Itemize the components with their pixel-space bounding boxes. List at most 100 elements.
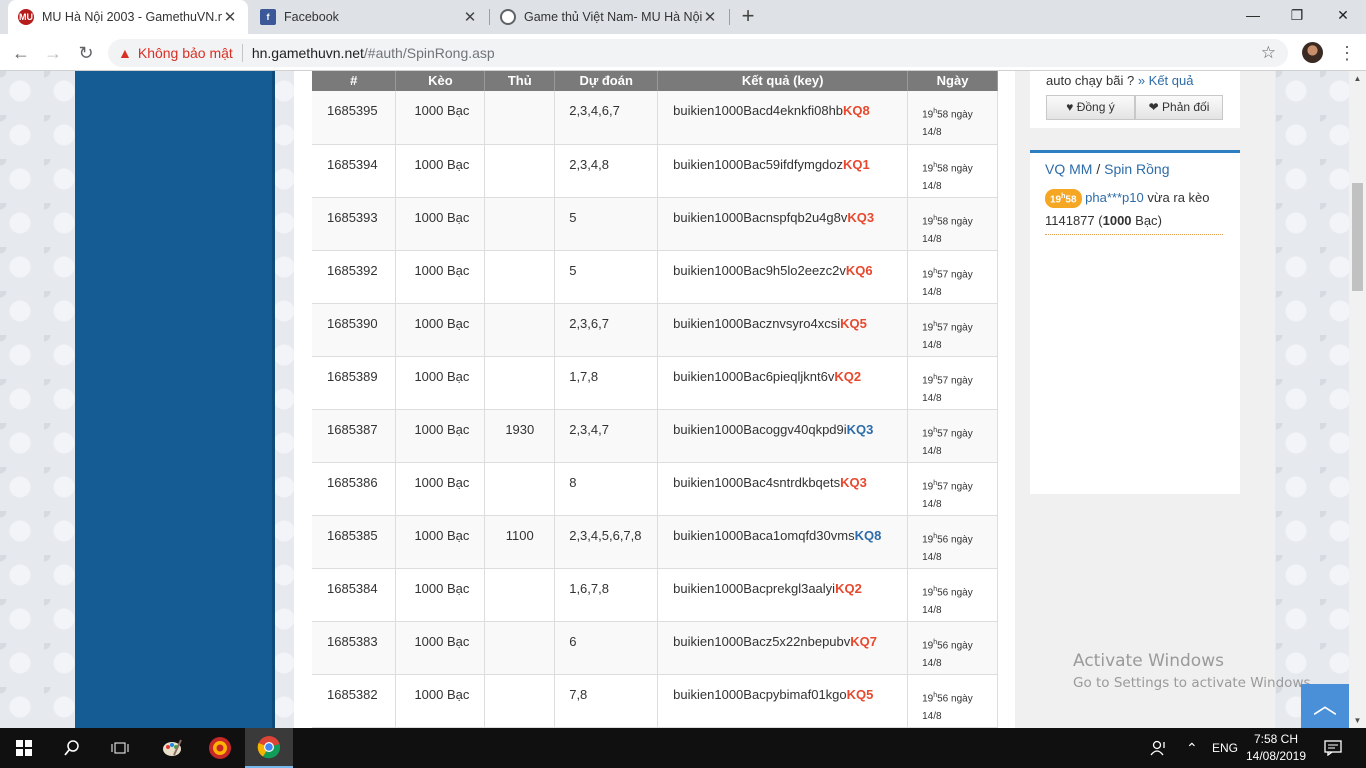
cell-ngay: 19h57 ngày 14/8 bbox=[907, 303, 998, 357]
search-icon[interactable] bbox=[48, 728, 96, 768]
forward-arrow-icon[interactable]: → bbox=[40, 40, 66, 66]
cell-du-doan: 2,3,6,7 bbox=[554, 303, 659, 357]
date-hour: 19 bbox=[922, 480, 934, 492]
notifications-icon[interactable] bbox=[1324, 728, 1342, 768]
address-bar[interactable]: ▲ Không bảo mật hn.gamethuvn.net/#auth/S… bbox=[108, 39, 1288, 67]
vq-mm-link[interactable]: VQ MM bbox=[1045, 161, 1092, 177]
table-row: 1685384 1000 Bạc 1,6,7,8 buikien1000Bacprek… bbox=[312, 568, 998, 622]
table-row: 1685390 1000 Bạc 2,3,6,7 buikien1000Bacznvs… bbox=[312, 303, 998, 357]
globe-icon bbox=[500, 9, 516, 25]
feed-user-link[interactable]: pha***p10 bbox=[1085, 190, 1144, 205]
date-time: 57 ngày bbox=[937, 321, 973, 333]
task-view-icon[interactable] bbox=[96, 728, 144, 768]
restore-icon[interactable]: ❐ bbox=[1274, 0, 1320, 30]
cell-ket-qua: buikien1000Bacd4eknkfi08hbKQ8 bbox=[657, 91, 909, 145]
cell-thu: 1100 bbox=[484, 515, 556, 569]
tab-close-icon[interactable]: ✕ bbox=[702, 8, 718, 26]
tab-close-icon[interactable]: ✕ bbox=[222, 8, 238, 26]
date-day: 14/8 bbox=[922, 286, 942, 298]
result-kq: KQ8 bbox=[843, 103, 870, 118]
feed-currency: Bạc bbox=[1135, 213, 1158, 228]
chrome-icon[interactable] bbox=[245, 728, 293, 768]
url-text[interactable]: hn.gamethuvn.net/#auth/SpinRong.asp bbox=[252, 45, 495, 61]
windows-start-icon[interactable] bbox=[0, 728, 48, 768]
disagree-label: Phản đối bbox=[1162, 100, 1210, 114]
cell-thu: 1930 bbox=[484, 409, 556, 463]
new-tab-button[interactable]: + bbox=[736, 4, 760, 28]
table-row: 1685392 1000 Bạc 5 buikien1000Bac9h5lo2eezc… bbox=[312, 250, 998, 304]
cell-ngay: 19h58 ngày 14/8 bbox=[907, 197, 998, 251]
table-row: 1685395 1000 Bạc 2,3,4,6,7 buikien1000Bacd4… bbox=[312, 91, 998, 145]
cell-ngay: 19h57 ngày 14/8 bbox=[907, 462, 998, 516]
date-time: 57 ngày bbox=[937, 268, 973, 280]
agree-button[interactable]: ♥ Đồng ý bbox=[1046, 95, 1135, 120]
minimize-icon[interactable]: — bbox=[1230, 0, 1276, 30]
cell-thu bbox=[484, 356, 556, 410]
cell-id: 1685385 bbox=[312, 515, 397, 569]
cell-thu bbox=[484, 674, 556, 728]
result-kq: KQ1 bbox=[843, 156, 870, 172]
tab-title: Game thủ Việt Nam- MU Hà Nội bbox=[524, 10, 702, 24]
left-sidebar bbox=[75, 71, 275, 728]
table-row: 1685386 1000 Bạc 8 buikien1000Bac4sntrdkbqe… bbox=[312, 462, 998, 516]
disagree-button[interactable]: ❤ Phản đối bbox=[1135, 95, 1223, 120]
window-close-icon[interactable]: ✕ bbox=[1320, 0, 1366, 30]
feed-text: vừa ra kèo bbox=[1147, 190, 1210, 205]
heart-icon: ♥ bbox=[1066, 100, 1074, 114]
result-kq: KQ3 bbox=[847, 209, 875, 225]
cell-ngay: 19h57 ngày 14/8 bbox=[907, 356, 998, 410]
cell-du-doan: 7,8 bbox=[554, 674, 659, 728]
cell-du-doan: 2,3,4,5,6,7,8 bbox=[554, 515, 659, 569]
result-key: buikien1000Bac59ifdfymgdoz bbox=[673, 156, 844, 172]
bookmark-star-icon[interactable]: ☆ bbox=[1261, 43, 1276, 63]
system-clock[interactable]: 7:58 CH 14/08/2019 bbox=[1243, 731, 1309, 765]
result-kq: KQ3 bbox=[846, 421, 874, 437]
cell-ket-qua: buikien1000Bacz5x22nbepubvKQ7 bbox=[657, 621, 909, 675]
activate-windows-watermark: Activate Windows Go to Settings to activ… bbox=[1073, 651, 1315, 691]
security-label[interactable]: Không bảo mật bbox=[138, 45, 233, 61]
result-kq: KQ8 bbox=[854, 527, 882, 543]
cell-thu bbox=[484, 91, 556, 145]
cell-keo: 1000 Bạc bbox=[395, 303, 486, 357]
tab-gamethuvn[interactable]: Game thủ Việt Nam- MU Hà Nội ✕ bbox=[490, 0, 728, 34]
agree-label: Đồng ý bbox=[1076, 100, 1115, 114]
chevron-up-tray-icon[interactable]: ⌃ bbox=[1186, 728, 1198, 768]
spin-rong-link[interactable]: Spin Rồng bbox=[1104, 161, 1169, 177]
profile-avatar[interactable] bbox=[1302, 42, 1323, 63]
tab-close-icon[interactable]: ✕ bbox=[462, 8, 478, 26]
url-host: hn.gamethuvn.net bbox=[251, 45, 364, 61]
date-hour: 19 bbox=[922, 586, 934, 598]
scrollbar-thumb[interactable] bbox=[1352, 183, 1363, 291]
page-scrollbar[interactable]: ▲ ▼ bbox=[1349, 71, 1366, 728]
date-time: 56 ngày bbox=[937, 586, 973, 598]
reload-icon[interactable]: ↻ bbox=[73, 40, 99, 66]
menu-kebab-icon[interactable]: ⋮ bbox=[1338, 41, 1356, 65]
date-day: 14/8 bbox=[922, 233, 942, 245]
cell-thu bbox=[484, 462, 556, 516]
date-hour: 19 bbox=[922, 268, 934, 280]
scroll-up-icon[interactable]: ▲ bbox=[1349, 74, 1366, 83]
scroll-down-icon[interactable]: ▼ bbox=[1349, 716, 1366, 725]
badge-minute: 58 bbox=[1065, 194, 1077, 205]
mu-game-icon[interactable] bbox=[196, 728, 244, 768]
tab-mu-hanoi[interactable]: MU MU Hà Nội 2003 - GamethuVN.n ✕ bbox=[8, 0, 248, 34]
date-day: 14/8 bbox=[922, 657, 942, 669]
result-link[interactable]: » Kết quả bbox=[1138, 73, 1194, 88]
activity-feed: VQ MM / Spin Rồng 19h58 pha***p10 vừa ra… bbox=[1030, 150, 1240, 494]
url-path: /#auth/SpinRong.asp bbox=[363, 45, 495, 61]
cell-thu bbox=[484, 621, 556, 675]
language-indicator[interactable]: ENG bbox=[1212, 728, 1238, 768]
paint-icon[interactable] bbox=[148, 728, 196, 768]
date-hour: 19 bbox=[922, 321, 934, 333]
back-to-top-button[interactable]: ︿ bbox=[1301, 684, 1349, 728]
col-header-ket-qua: Kết quả (key) bbox=[657, 71, 909, 91]
cell-id: 1685389 bbox=[312, 356, 397, 410]
cell-du-doan: 2,3,4,7 bbox=[554, 409, 659, 463]
people-icon[interactable] bbox=[1150, 728, 1168, 768]
date-time: 57 ngày bbox=[937, 427, 973, 439]
cell-thu bbox=[484, 303, 556, 357]
tab-facebook[interactable]: f Facebook ✕ bbox=[250, 0, 488, 34]
back-arrow-icon[interactable]: ← bbox=[8, 40, 34, 66]
cell-du-doan: 5 bbox=[554, 250, 659, 304]
result-key: buikien1000Bacnspfqb2u4g8v bbox=[673, 209, 848, 225]
